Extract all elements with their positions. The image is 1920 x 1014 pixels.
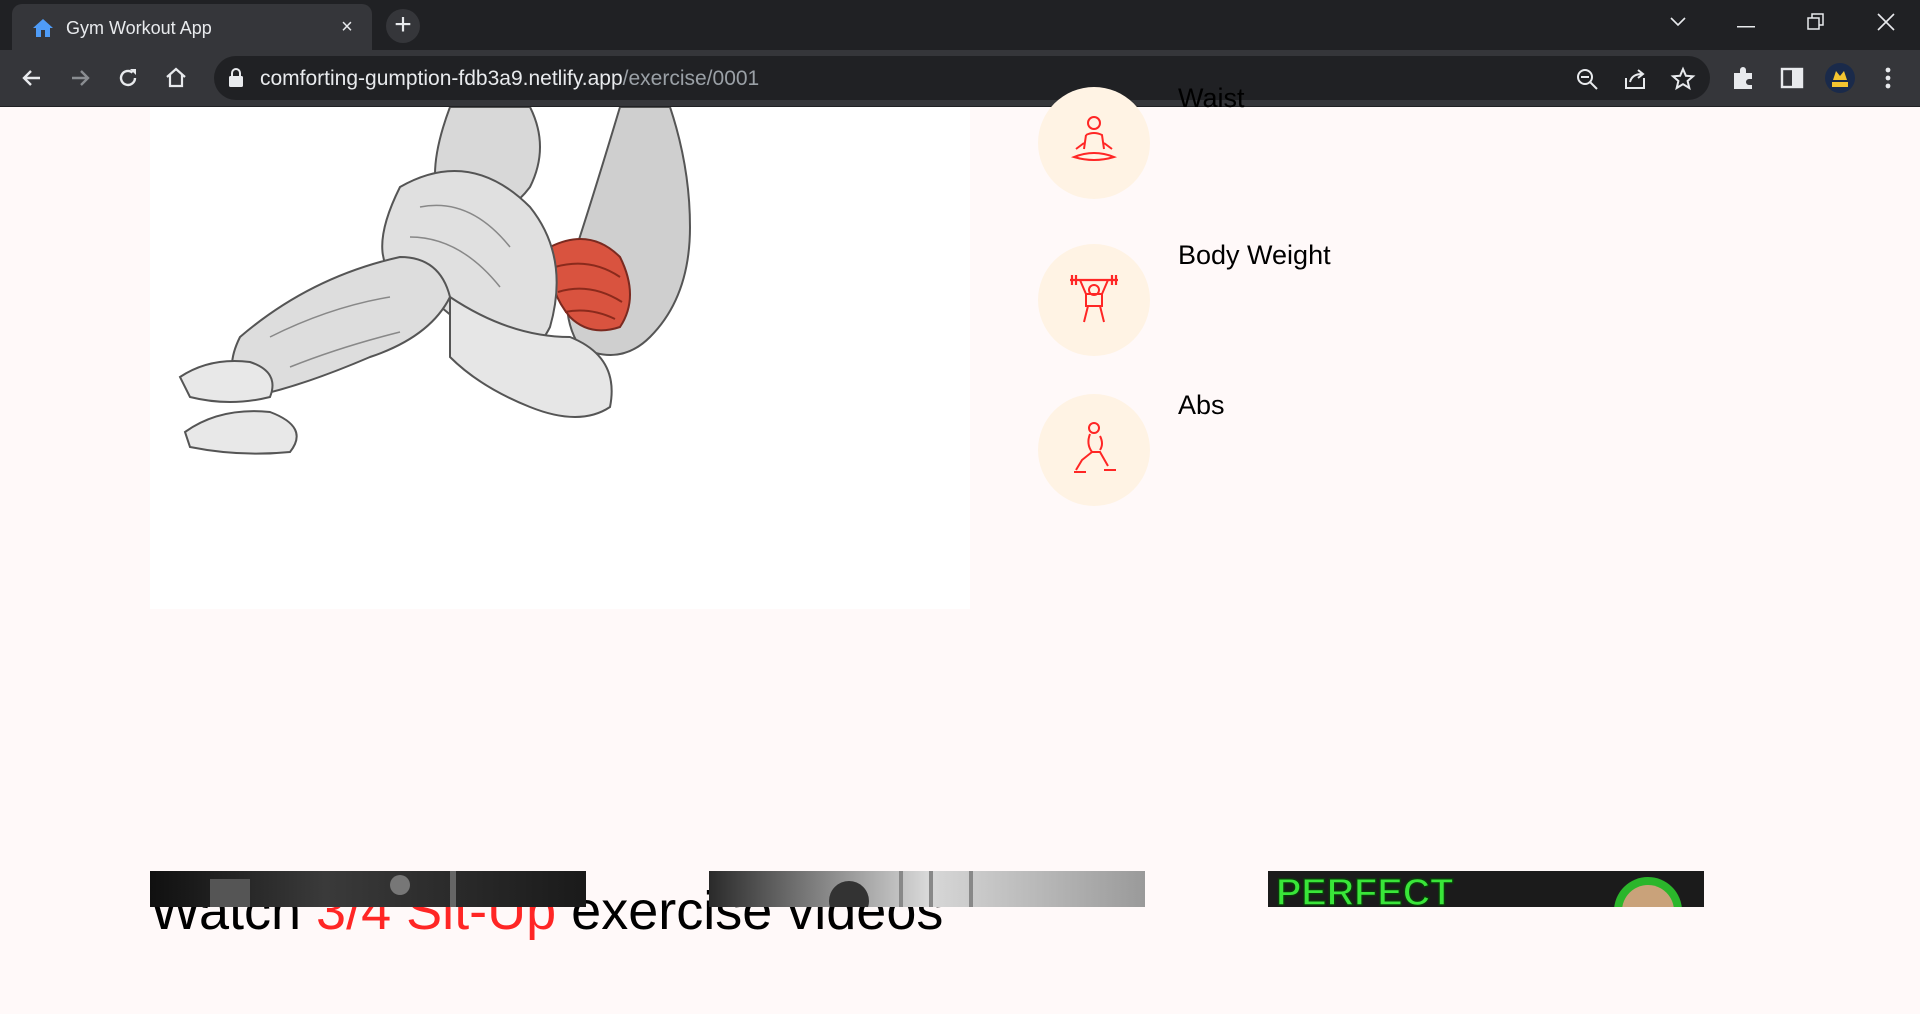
back-icon[interactable] — [14, 60, 50, 96]
video-2-image — [829, 871, 973, 907]
tab-search-icon[interactable] — [1644, 0, 1712, 44]
tab-title: Gym Workout App — [66, 18, 212, 38]
url-path: /exercise/0001 — [622, 67, 760, 90]
browser-toolbar: comforting-gumption-fdb3a9.netlify.app/e… — [0, 50, 1920, 107]
home-icon[interactable] — [158, 60, 194, 96]
close-window-icon[interactable] — [1852, 0, 1920, 44]
meditation-icon — [1070, 116, 1118, 161]
address-bar[interactable]: comforting-gumption-fdb3a9.netlify.app/e… — [214, 56, 1710, 100]
forward-icon[interactable] — [62, 60, 98, 96]
video-1-image — [210, 871, 456, 907]
pill-label-target: Abs — [1178, 390, 1225, 420]
video-3-overlay-text: PERFECT — [1275, 871, 1454, 907]
weightlifting-icon — [1070, 275, 1118, 323]
lock-icon — [229, 68, 243, 87]
bookmark-star-icon[interactable] — [1670, 66, 1696, 92]
extensions-puzzle-icon[interactable] — [1730, 64, 1758, 92]
profile-avatar[interactable] — [1824, 62, 1856, 94]
home-favicon-icon — [33, 19, 53, 37]
pill-circle-equipment — [1038, 244, 1150, 356]
browser-tab[interactable]: Gym Workout App × — [12, 4, 372, 50]
pill-circle-target — [1038, 394, 1150, 506]
video-thumbnail-3[interactable]: PERFECT — [1268, 871, 1704, 907]
url-host: comforting-gumption-fdb3a9.netlify.app — [260, 67, 623, 90]
reload-icon[interactable] — [110, 60, 146, 96]
minimize-icon[interactable] — [1712, 0, 1780, 44]
video-thumbnail-1[interactable] — [150, 871, 586, 907]
exercise-gif-image — [150, 107, 970, 609]
share-icon[interactable] — [1622, 66, 1648, 92]
sit-up-illustration — [178, 107, 692, 455]
browser-tab-strip: Gym Workout App × + — [0, 0, 1920, 50]
tab-close-icon[interactable]: × — [336, 16, 358, 38]
new-tab-button[interactable]: + — [386, 9, 420, 43]
lunge-icon — [1074, 422, 1116, 473]
side-panel-icon[interactable] — [1778, 64, 1806, 92]
url-text: comforting-gumption-fdb3a9.netlify.app/e… — [260, 67, 759, 91]
zoom-icon[interactable] — [1574, 66, 1600, 92]
pill-label-body-part: Waist — [1178, 83, 1245, 113]
menu-kebab-icon[interactable] — [1874, 64, 1902, 92]
pill-circle-waist — [1038, 87, 1150, 199]
pill-label-equipment: Body Weight — [1178, 240, 1331, 270]
restore-icon[interactable] — [1782, 0, 1850, 44]
video-thumbnail-2[interactable] — [709, 871, 1145, 907]
